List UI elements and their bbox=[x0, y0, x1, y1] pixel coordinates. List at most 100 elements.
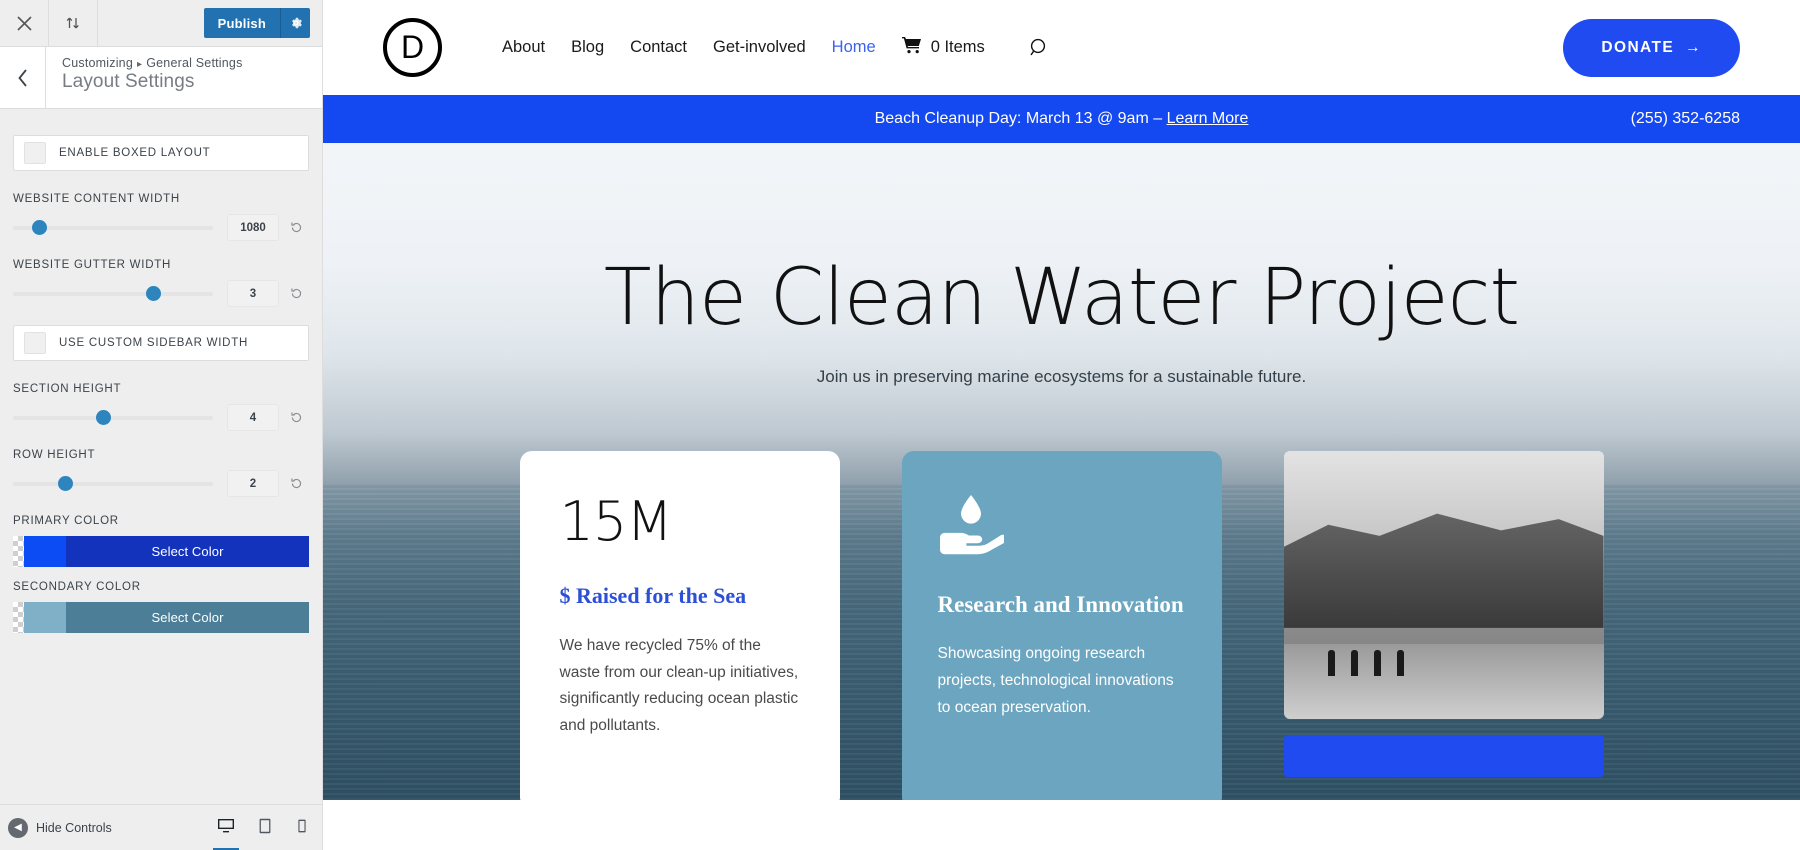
hero-subtitle: Join us in preserving marine ecosystems … bbox=[816, 367, 1307, 386]
device-preview-group bbox=[216, 816, 310, 839]
donate-button-wrap: DONATE → bbox=[1563, 18, 1800, 77]
breadcrumb-root[interactable]: Customizing bbox=[62, 56, 133, 70]
card-body: Showcasing ongoing research projects, te… bbox=[937, 645, 1174, 716]
nav-item-about[interactable]: About bbox=[502, 38, 545, 57]
nav-item-get-involved[interactable]: Get-involved bbox=[713, 38, 806, 57]
slider-thumb[interactable] bbox=[145, 285, 161, 301]
announcement-message: Beach Cleanup Day: March 13 @ 9am – Lear… bbox=[323, 110, 1800, 128]
color-swatch[interactable] bbox=[24, 536, 66, 567]
up-down-arrows-icon[interactable] bbox=[49, 0, 98, 46]
control-label: USE CUSTOM SIDEBAR WIDTH bbox=[59, 337, 249, 349]
photo-blue-bar bbox=[1283, 735, 1604, 777]
control-label: WEBSITE CONTENT WIDTH bbox=[13, 193, 180, 205]
chevron-left-icon[interactable] bbox=[0, 47, 46, 108]
announcement-text: Beach Cleanup Day: March 13 @ 9am – bbox=[874, 110, 1167, 127]
checkbox[interactable] bbox=[24, 332, 46, 354]
control-section-height: SECTION HEIGHT 4 bbox=[13, 383, 309, 431]
donate-label: DONATE bbox=[1601, 38, 1675, 56]
card-research: Research and Innovation Showcasing ongoi… bbox=[901, 451, 1222, 800]
slider-track bbox=[13, 481, 213, 486]
hide-controls-button[interactable]: ◀ Hide Controls bbox=[8, 817, 112, 838]
panel-titles: Customizing ▸ General Settings Layout Sett… bbox=[46, 47, 243, 108]
reset-icon[interactable] bbox=[283, 287, 309, 300]
tablet-icon[interactable] bbox=[256, 817, 274, 838]
control-label: ENABLE BOXED LAYOUT bbox=[59, 147, 211, 159]
customizer-screen: Publish Customizing ▸ General Settings Lay… bbox=[0, 0, 1800, 850]
control-label: SECTION HEIGHT bbox=[13, 383, 122, 395]
control-row-height: ROW HEIGHT 2 bbox=[13, 449, 309, 497]
close-icon[interactable] bbox=[0, 0, 49, 46]
card-photo bbox=[1283, 451, 1604, 800]
phone-number[interactable]: (255) 352-6258 bbox=[1631, 110, 1800, 128]
slider-value[interactable]: 3 bbox=[227, 280, 279, 307]
page-title: Layout Settings bbox=[62, 71, 195, 92]
control-use-custom-sidebar-width[interactable]: USE CUSTOM SIDEBAR WIDTH bbox=[13, 325, 309, 361]
beach-photo bbox=[1283, 451, 1604, 719]
site-header: D About Blog Contact Get-involved Home 0… bbox=[323, 0, 1800, 95]
slider-value[interactable]: 4 bbox=[227, 404, 279, 431]
site-preview: D About Blog Contact Get-involved Home 0… bbox=[323, 0, 1800, 850]
control-website-content-width: WEBSITE CONTENT WIDTH 1080 bbox=[13, 193, 309, 241]
mobile-icon[interactable] bbox=[294, 817, 310, 838]
donate-button[interactable]: DONATE → bbox=[1563, 18, 1740, 77]
hero-section: The Clean Water Project Join us in prese… bbox=[323, 143, 1800, 800]
reset-icon[interactable] bbox=[283, 411, 309, 424]
cart-count-label: 0 Items bbox=[930, 38, 985, 56]
customizer-sidebar: Publish Customizing ▸ General Settings Lay… bbox=[0, 0, 323, 850]
gear-icon[interactable] bbox=[280, 8, 310, 38]
card-body: We have recycled 75% of the waste from o… bbox=[559, 637, 799, 734]
slider-track bbox=[13, 415, 213, 420]
shopping-cart-icon bbox=[901, 36, 922, 59]
feature-cards: 15M $ Raised for the Sea We have recycle… bbox=[323, 451, 1800, 800]
control-secondary-color: SECONDARY COLOR Select Color bbox=[13, 581, 309, 633]
slider-track bbox=[13, 291, 213, 296]
nav-item-contact[interactable]: Contact bbox=[630, 38, 687, 57]
customizer-topbar: Publish bbox=[0, 0, 322, 47]
slider-thumb[interactable] bbox=[57, 475, 73, 491]
publish-button[interactable]: Publish bbox=[203, 8, 280, 38]
slider[interactable] bbox=[13, 219, 227, 237]
learn-more-link[interactable]: Learn More bbox=[1167, 110, 1249, 127]
slider-value[interactable]: 1080 bbox=[227, 214, 279, 241]
chevron-left-circle-icon: ◀ bbox=[8, 817, 28, 838]
photo-people bbox=[1328, 650, 1405, 677]
slider-value[interactable]: 2 bbox=[227, 470, 279, 497]
breadcrumb-parent[interactable]: General Settings bbox=[146, 56, 242, 70]
control-enable-boxed-layout[interactable]: ENABLE BOXED LAYOUT bbox=[13, 135, 309, 171]
divi-logo[interactable]: D bbox=[383, 18, 442, 77]
slider[interactable] bbox=[13, 285, 227, 303]
control-primary-color: PRIMARY COLOR Select Color bbox=[13, 515, 309, 567]
control-label: WEBSITE GUTTER WIDTH bbox=[13, 259, 172, 271]
checkbox[interactable] bbox=[24, 142, 46, 164]
slider[interactable] bbox=[13, 409, 227, 427]
reset-icon[interactable] bbox=[283, 477, 309, 490]
control-label: PRIMARY COLOR bbox=[13, 515, 119, 527]
color-swatch[interactable] bbox=[24, 602, 66, 633]
hide-controls-label: Hide Controls bbox=[36, 820, 112, 835]
reset-icon[interactable] bbox=[283, 221, 309, 234]
customizer-panel-header: Customizing ▸ General Settings Layout Sett… bbox=[0, 47, 322, 109]
main-navigation: About Blog Contact Get-involved Home 0 I… bbox=[502, 36, 1050, 59]
control-website-gutter-width: WEBSITE GUTTER WIDTH 3 bbox=[13, 259, 309, 307]
slider-thumb[interactable] bbox=[32, 219, 48, 235]
slider-thumb[interactable] bbox=[96, 409, 112, 425]
hand-holding-water-drop-icon bbox=[938, 493, 1186, 560]
breadcrumb-separator: ▸ bbox=[136, 59, 143, 70]
search-icon[interactable] bbox=[1029, 37, 1050, 58]
select-color-button[interactable]: Select Color bbox=[66, 536, 309, 567]
hero-content: The Clean Water Project Join us in prese… bbox=[323, 143, 1800, 387]
stat-number: 15M bbox=[559, 490, 673, 553]
control-label: SECONDARY COLOR bbox=[13, 581, 141, 593]
select-color-button[interactable]: Select Color bbox=[66, 602, 309, 633]
slider[interactable] bbox=[13, 475, 227, 493]
nav-item-blog[interactable]: Blog bbox=[571, 38, 604, 57]
alpha-checker bbox=[13, 602, 24, 633]
arrow-right-icon: → bbox=[1685, 38, 1702, 56]
hero-title: The Clean Water Project bbox=[603, 253, 1520, 343]
card-heading: Research and Innovation bbox=[937, 592, 1184, 617]
cart-link[interactable]: 0 Items bbox=[901, 36, 985, 59]
desktop-icon[interactable] bbox=[216, 816, 236, 839]
nav-item-home[interactable]: Home bbox=[832, 38, 876, 57]
alpha-checker bbox=[13, 536, 24, 567]
